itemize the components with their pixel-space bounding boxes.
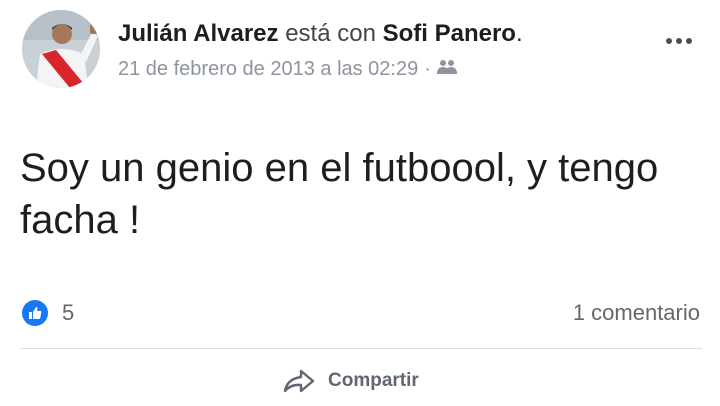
more-options-button[interactable]: [666, 36, 692, 46]
share-label: Compartir: [328, 370, 419, 391]
post-timestamp[interactable]: 21 de febrero de 2013 a las 02:29: [118, 58, 418, 81]
like-reaction-icon: [22, 300, 48, 326]
comments-count[interactable]: 1 comentario: [573, 300, 700, 326]
actions-divider: [20, 348, 702, 349]
friends-icon[interactable]: [436, 58, 457, 81]
share-icon: [282, 368, 316, 394]
meta-separator: ·: [424, 58, 431, 80]
more-dot-icon: [676, 38, 682, 44]
author-avatar[interactable]: [22, 10, 100, 88]
post-text: Soy un genio en el futboool, y tengo fac…: [20, 146, 659, 242]
facebook-post: Julián Alvarez está con Sofi Panero. 21 …: [0, 0, 720, 406]
share-button[interactable]: Compartir: [282, 368, 419, 394]
author-name[interactable]: Julián Alvarez: [118, 20, 279, 47]
post-meta: 21 de febrero de 2013 a las 02:29 ·: [118, 58, 457, 81]
more-dot-icon: [666, 38, 672, 44]
more-dot-icon: [686, 38, 692, 44]
reactions-summary[interactable]: 5: [22, 300, 74, 326]
with-connector: está con: [285, 20, 376, 47]
post-header-line: Julián Alvarez está con Sofi Panero.: [118, 20, 523, 48]
reaction-count: 5: [62, 300, 75, 325]
avatar-image: [22, 10, 100, 88]
header-end-punctuation: .: [515, 20, 523, 47]
tagged-person-name[interactable]: Sofi Panero: [383, 20, 516, 47]
